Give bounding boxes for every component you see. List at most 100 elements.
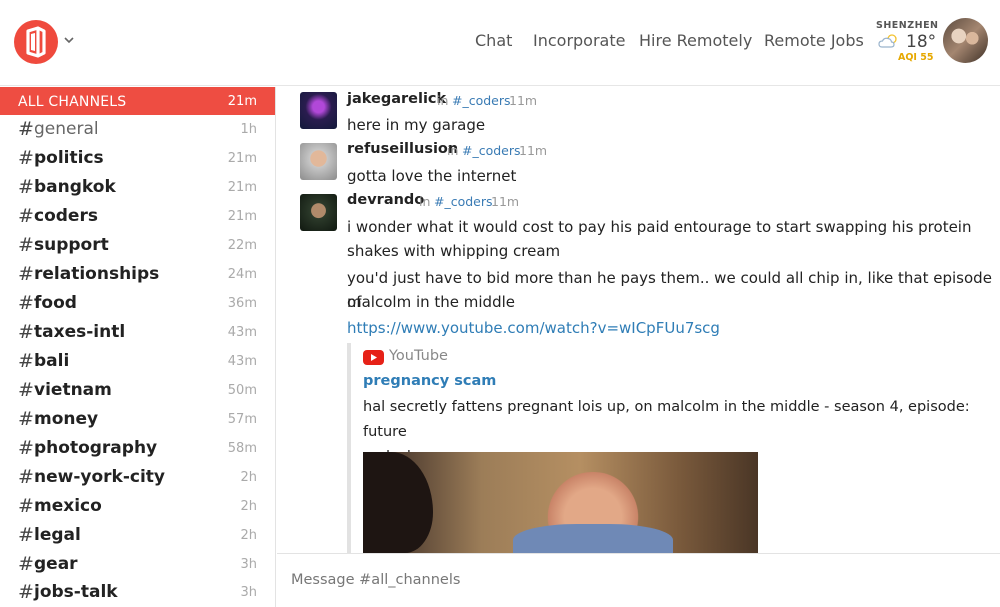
message-text: gotta love the internet xyxy=(347,167,517,185)
sidebar-item-taxes-intl[interactable]: # taxes-intl 43m xyxy=(0,319,275,348)
message-in-label: in xyxy=(437,93,449,108)
sidebar-item-label: mexico xyxy=(34,496,102,516)
message-in-label: in xyxy=(419,194,431,209)
sidebar-item-label: legal xyxy=(34,525,81,545)
message-input[interactable] xyxy=(291,569,981,591)
message-link[interactable]: https://www.youtube.com/watch?v=wICpFUu7… xyxy=(347,319,720,337)
nav-incorporate[interactable]: Incorporate xyxy=(533,31,625,50)
sidebar-item-relationships[interactable]: # relationships 24m xyxy=(0,261,275,290)
sidebar-item-label: bangkok xyxy=(34,177,116,197)
sidebar-item-politics[interactable]: # politics 21m xyxy=(0,145,275,174)
sidebar-item-label: money xyxy=(34,409,99,429)
youtube-icon xyxy=(363,350,384,365)
sidebar-item-food[interactable]: # food 36m xyxy=(0,290,275,319)
weather-city: SHENZHEN xyxy=(876,20,939,31)
sidebar-item-time: 21m xyxy=(227,94,257,109)
sidebar-item-time: 2h xyxy=(240,499,257,514)
sidebar-item-time: 21m xyxy=(227,151,257,166)
sidebar-item-time: 3h xyxy=(240,557,257,572)
logo-icon[interactable] xyxy=(14,20,58,64)
video-thumbnail[interactable] xyxy=(363,452,758,553)
sidebar-item-label: general xyxy=(34,119,99,139)
hash-icon: # xyxy=(18,495,34,517)
sidebar-item-label: bali xyxy=(34,351,70,371)
hash-icon: # xyxy=(18,437,34,459)
sidebar-item-gear[interactable]: # gear 3h xyxy=(0,551,275,580)
hash-icon: # xyxy=(18,205,34,227)
embed-provider: YouTube xyxy=(389,348,448,364)
sidebar-item-time: 57m xyxy=(227,412,257,427)
message-in-label: in xyxy=(447,143,459,158)
sidebar-item-label: food xyxy=(34,293,77,313)
sidebar-item-support[interactable]: # support 22m xyxy=(0,232,275,261)
hash-icon: # xyxy=(18,263,34,285)
embed-title-link[interactable]: pregnancy scam xyxy=(363,373,496,389)
message-text: i wonder what it would cost to pay his p… xyxy=(347,218,972,236)
sidebar-item-all-channels[interactable]: ALL CHANNELS 21m xyxy=(0,87,275,115)
sidebar-item-general[interactable]: # general 1h xyxy=(0,116,275,145)
sidebar-item-money[interactable]: # money 57m xyxy=(0,406,275,435)
sidebar-item-time: 58m xyxy=(227,441,257,456)
weather-aqi: AQI 55 xyxy=(898,52,934,63)
top-header: Chat Incorporate Hire Remotely Remote Jo… xyxy=(0,0,1000,86)
sidebar-item-label: support xyxy=(34,235,109,255)
avatar[interactable] xyxy=(300,143,337,180)
hash-icon: # xyxy=(18,292,34,314)
sidebar-item-time: 2h xyxy=(240,470,257,485)
message-username[interactable]: refuseillusion xyxy=(347,141,458,157)
embed-accent-bar xyxy=(347,343,351,553)
message-channel-link[interactable]: #_coders xyxy=(462,143,521,158)
hash-icon: # xyxy=(18,321,34,343)
nav-chat[interactable]: Chat xyxy=(475,31,512,50)
sidebar-item-bangkok[interactable]: # bangkok 21m xyxy=(0,174,275,203)
sidebar-item-time: 43m xyxy=(227,354,257,369)
message-channel-link[interactable]: #_coders xyxy=(452,93,511,108)
nav-hire-remotely[interactable]: Hire Remotely xyxy=(639,31,752,50)
sidebar-item-new-york-city[interactable]: # new-york-city 2h xyxy=(0,464,275,493)
sidebar-item-time: 1h xyxy=(240,122,257,137)
avatar[interactable] xyxy=(300,92,337,129)
avatar[interactable] xyxy=(300,194,337,231)
hash-icon: # xyxy=(18,553,34,575)
hash-icon: # xyxy=(18,524,34,546)
sidebar-item-label: new-york-city xyxy=(34,467,166,487)
sidebar-item-vietnam[interactable]: # vietnam 50m xyxy=(0,377,275,406)
message-channel-link[interactable]: #_coders xyxy=(434,194,493,209)
chevron-down-icon[interactable] xyxy=(63,34,75,46)
nav-remote-jobs[interactable]: Remote Jobs xyxy=(764,31,864,50)
message-username[interactable]: devrando xyxy=(347,192,424,208)
sidebar-item-time: 21m xyxy=(227,209,257,224)
sidebar-item-coders[interactable]: # coders 21m xyxy=(0,203,275,232)
hash-icon: # xyxy=(18,176,34,198)
thumbnail-figure xyxy=(363,452,433,553)
sidebar-item-time: 50m xyxy=(227,383,257,398)
hash-icon: # xyxy=(18,408,34,430)
sidebar-item-label: ALL CHANNELS xyxy=(18,94,127,110)
hash-icon: # xyxy=(18,466,34,488)
sidebar-item-time: 24m xyxy=(227,267,257,282)
hash-icon: # xyxy=(18,147,34,169)
sidebar-item-label: photography xyxy=(34,438,158,458)
sidebar-item-label: taxes-intl xyxy=(34,322,126,342)
sidebar-item-time: 2h xyxy=(240,528,257,543)
message-text: malcolm in the middle xyxy=(347,293,515,311)
sidebar-item-mexico[interactable]: # mexico 2h xyxy=(0,493,275,522)
hash-icon: # xyxy=(18,118,34,140)
sidebar-item-legal[interactable]: # legal 2h xyxy=(0,522,275,551)
sidebar-item-label: coders xyxy=(34,206,98,226)
sidebar-item-label: gear xyxy=(34,554,78,574)
message-text: shakes with whipping cream xyxy=(347,242,561,260)
sidebar-item-time: 22m xyxy=(227,238,257,253)
message-username[interactable]: jakegarelick xyxy=(347,91,446,107)
sidebar-item-jobs-talk[interactable]: # jobs-talk 3h xyxy=(0,579,275,607)
sidebar-item-label: politics xyxy=(34,148,104,168)
sidebar-item-photography[interactable]: # photography 58m xyxy=(0,435,275,464)
hash-icon: # xyxy=(18,234,34,256)
sidebar-item-time: 36m xyxy=(227,296,257,311)
sidebar-item-time: 43m xyxy=(227,325,257,340)
avatar[interactable] xyxy=(943,18,988,63)
thumbnail-shirt xyxy=(513,524,673,553)
message-text: here in my garage xyxy=(347,116,486,134)
message-composer xyxy=(277,553,1000,607)
sidebar-item-bali[interactable]: # bali 43m xyxy=(0,348,275,377)
